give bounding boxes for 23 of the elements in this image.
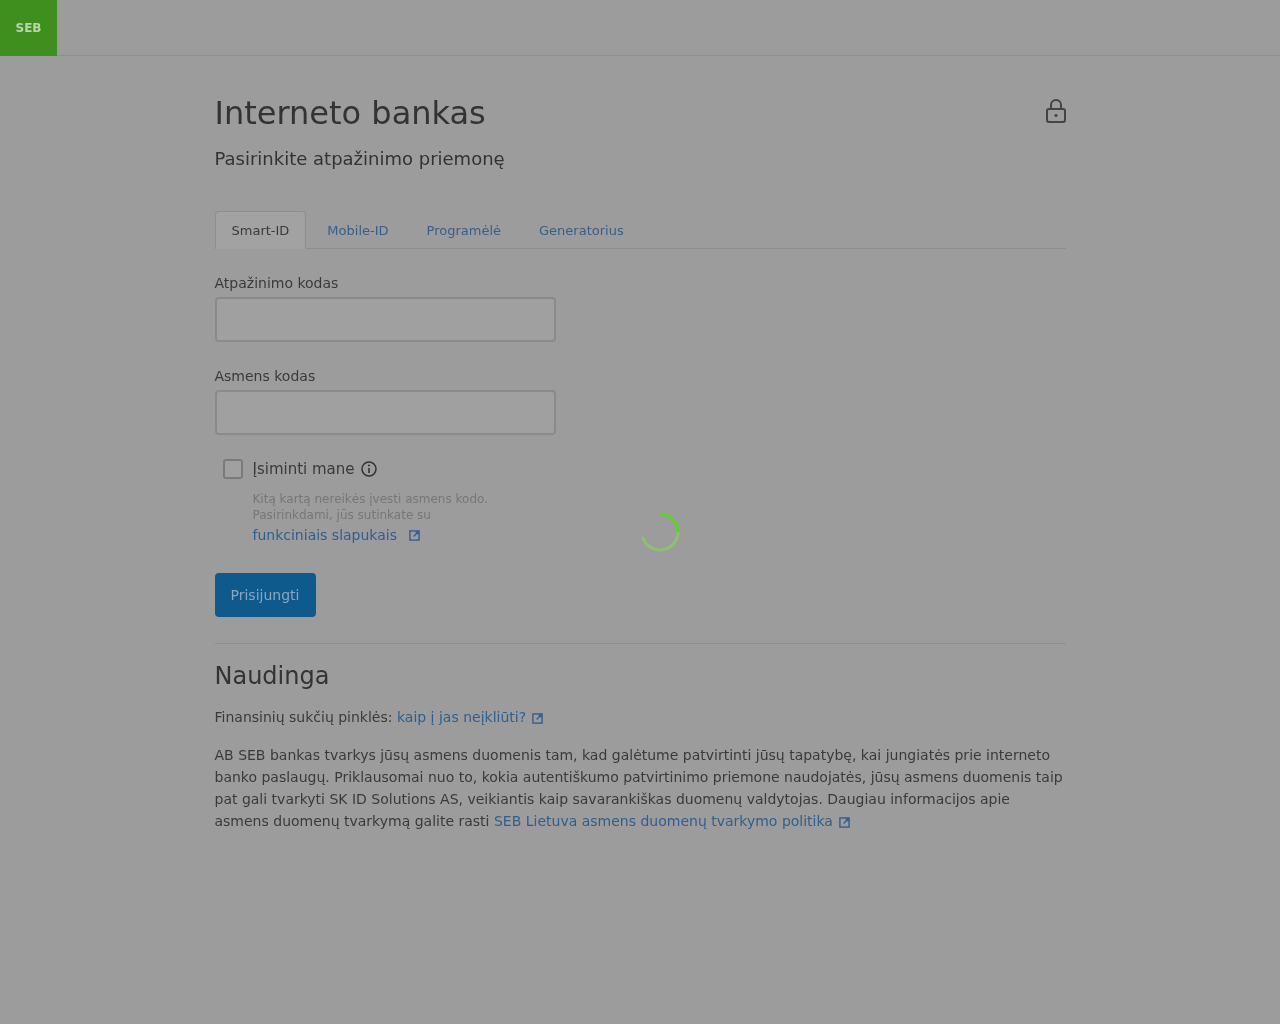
field-label: Atpažinimo kodas (214, 275, 340, 291)
info-icon[interactable] (360, 461, 377, 477)
lock-icon (1045, 98, 1066, 123)
method-tab[interactable]: Programėlė (409, 211, 518, 249)
bank-logo[interactable]: SEB (0, 0, 57, 56)
section-title: Naudinga (214, 662, 331, 690)
external-link-icon (409, 529, 420, 541)
cookies-link[interactable]: funkciniais slapukais (252, 527, 420, 543)
privacy-text: AB SEB bankas tvarkys jūsų asmens duomenis tam, kad galėtume patvirtinti jūsų tapatybę, kai jungiatės prie interneto banko paslaugų. Priklausomai nuo to, kokia autentiškumo patvirtinimo priemone naudojatės, jūsų asmens duomenis taip pat gali tvarkyti SK ID Solutions AS, veikiantis kaip savarankiškas duomenų valdytojas. Daugiau informacijos apie asmens duomenų tvarkymą galite rasti SEB Lietuva asmens duomenų tvarkymo politika (214, 746, 1064, 831)
checkbox-label: Įsiminti mane (252, 460, 355, 478)
method-tab[interactable]: Smart-ID (214, 211, 307, 249)
fraud-link[interactable]: kaip į jas neįkliūti? (396, 709, 544, 725)
remember-checkbox[interactable] (222, 459, 243, 479)
fraud-text: Finansinių sukčių pinklės: kaip į jas neįkliūti? (214, 706, 1066, 728)
method-tab[interactable]: Mobile-ID (310, 211, 406, 249)
method-tab[interactable]: Generatorius (522, 211, 641, 249)
external-link-icon (838, 816, 850, 828)
privacy-link[interactable]: SEB Lietuva asmens duomenų tvarkymo politika (493, 813, 850, 829)
page-subtitle: Pasirinkite atpažinimo priemonę (214, 148, 506, 169)
field-label: Asmens kodas (214, 368, 317, 384)
login-button[interactable]: Prisijungti (214, 573, 316, 617)
page-title: Interneto bankas (214, 94, 486, 132)
external-link-icon (532, 712, 544, 724)
